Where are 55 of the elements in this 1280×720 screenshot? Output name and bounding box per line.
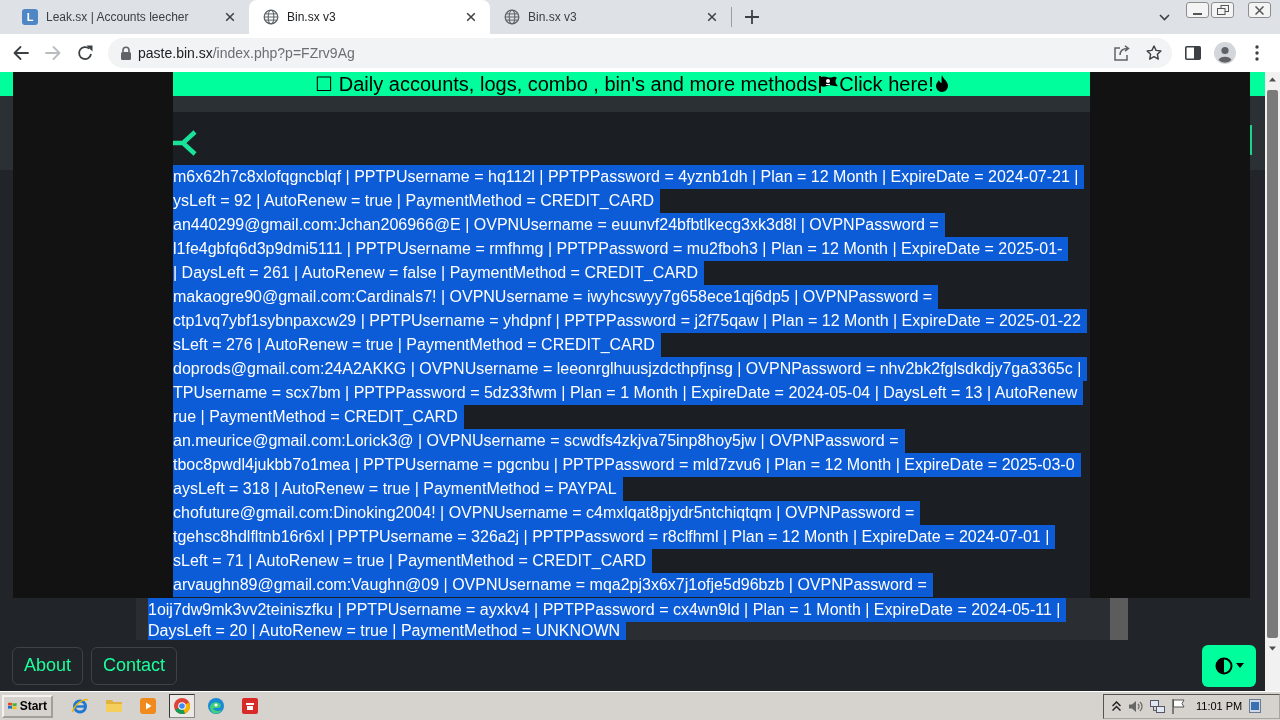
footer-link[interactable]: About	[12, 646, 84, 685]
plus-icon	[745, 10, 759, 24]
promo-link[interactable]: ☐ Daily accounts, logs, combo , bin's and more methods Click here!	[315, 72, 950, 96]
arrow-right-icon	[45, 45, 61, 61]
reload-icon	[77, 45, 93, 61]
chevron-down-icon	[1158, 13, 1170, 21]
browser-tab[interactable]: Bin.sx v3	[249, 0, 490, 34]
globe-icon	[263, 9, 279, 25]
contrast-icon	[1214, 656, 1233, 675]
profile-button[interactable]	[1211, 39, 1239, 67]
caret-icon	[1235, 663, 1244, 668]
flag-icon	[818, 75, 839, 93]
close-icon[interactable]	[466, 12, 476, 22]
start-button[interactable]: Start	[2, 694, 53, 718]
swirl-icon	[207, 697, 225, 715]
show-desktop-icon[interactable]	[1249, 699, 1262, 713]
browser-tab[interactable]: L Leak.sx | Accounts leecher	[8, 0, 249, 34]
minimize-button[interactable]	[1186, 2, 1209, 18]
flame-icon	[934, 75, 949, 93]
close-icon[interactable]	[225, 12, 235, 22]
scrollbar-thumb[interactable]	[1267, 90, 1278, 638]
clock-text: 11:01 PM	[1196, 700, 1243, 712]
scrollbar[interactable]	[1110, 598, 1128, 640]
theme-toggle-button[interactable]	[1202, 644, 1256, 687]
browser-logo-icon	[173, 697, 191, 715]
close-icon[interactable]	[707, 12, 717, 22]
close-window-button[interactable]	[1248, 2, 1271, 18]
folder-icon	[105, 697, 123, 715]
restore-button[interactable]	[1211, 2, 1234, 18]
star-icon[interactable]	[1146, 45, 1162, 61]
windows-flag-icon	[8, 700, 17, 712]
side-panel-icon	[1185, 46, 1201, 60]
globe-icon	[504, 9, 520, 25]
page-scrollbar[interactable]	[1265, 72, 1280, 691]
web-browser-icon	[71, 697, 89, 715]
lock-icon[interactable]	[120, 46, 132, 60]
share-icon[interactable]	[1114, 45, 1130, 61]
flag-icon[interactable]	[1172, 698, 1185, 714]
browser-tab[interactable]: Bin.sx v3	[490, 0, 731, 34]
taskbar-app-button[interactable]	[169, 694, 195, 718]
app-icon	[241, 697, 259, 715]
footer-link[interactable]: Contact	[91, 646, 178, 685]
media-player-icon	[139, 697, 157, 715]
more-icon	[1255, 45, 1259, 61]
arrow-left-icon	[13, 45, 29, 61]
avatar-icon	[1214, 42, 1236, 64]
chevron-up-icon[interactable]	[1112, 701, 1121, 711]
minimize-icon	[1193, 12, 1202, 15]
close-icon	[1255, 5, 1264, 15]
address-bar[interactable]: paste.bin.sx/index.php?p=FZrv9Ag	[108, 38, 1172, 68]
site-favicon: L	[22, 9, 38, 25]
speaker-icon[interactable]	[1128, 699, 1143, 713]
network-icon[interactable]	[1150, 699, 1165, 713]
logo-icon	[173, 130, 197, 156]
restore-icon	[1216, 5, 1229, 15]
